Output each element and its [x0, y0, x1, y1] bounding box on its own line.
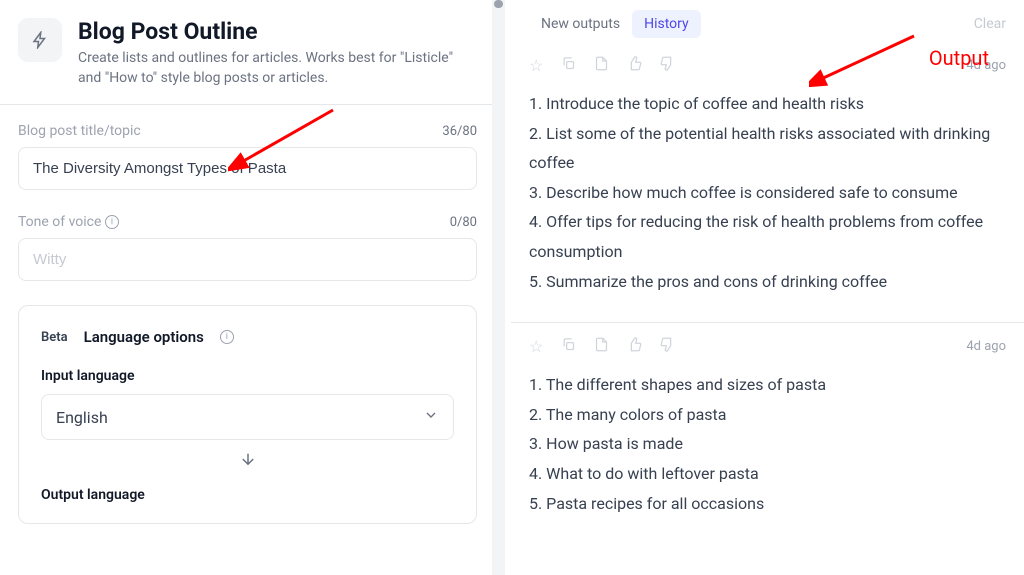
tone-charcount: 0/80 — [450, 215, 477, 230]
document-icon[interactable] — [594, 337, 609, 356]
right-panel: New outputs History Clear ☆ 4d ago 1. In… — [505, 0, 1024, 575]
language-options-title: Language options — [84, 328, 204, 346]
input-language-value: English — [56, 408, 108, 427]
output-tabs: New outputs History Clear — [511, 0, 1024, 46]
list-item: 2. The many colors of pasta — [529, 400, 1006, 430]
list-item: 5. Summarize the pros and cons of drinki… — [529, 267, 1006, 297]
star-icon[interactable]: ☆ — [529, 56, 543, 75]
thumbs-up-icon[interactable] — [627, 56, 642, 75]
copy-icon[interactable] — [561, 337, 576, 356]
info-icon[interactable]: i — [220, 330, 234, 344]
output-item: ☆ 4d ago 1. Introduce the topic of coffe… — [511, 46, 1024, 314]
thumbs-down-icon[interactable] — [660, 56, 675, 75]
topic-charcount: 36/80 — [442, 124, 477, 139]
output-language-label: Output language — [41, 487, 454, 503]
scrollbar-thumb[interactable] — [494, 0, 503, 8]
tab-new-outputs[interactable]: New outputs — [529, 10, 632, 38]
clear-button[interactable]: Clear — [974, 16, 1006, 32]
beta-badge: Beta — [41, 330, 68, 345]
list-item: 4. Offer tips for reducing the risk of h… — [529, 207, 1006, 266]
topic-label: Blog post title/topic — [18, 123, 141, 139]
output-toolbar: ☆ 4d ago — [529, 56, 1006, 75]
language-options-card: Beta Language options i Input language E… — [18, 305, 477, 524]
template-header: Blog Post Outline Create lists and outli… — [0, 0, 505, 104]
output-item: ☆ 4d ago 1. The different shapes and siz… — [511, 327, 1024, 536]
arrow-down-icon — [41, 440, 454, 487]
list-item: 5. Pasta recipes for all occasions — [529, 489, 1006, 519]
tone-input[interactable] — [18, 238, 477, 281]
outline-list: 1. The different shapes and sizes of pas… — [529, 370, 1006, 518]
document-icon[interactable] — [594, 56, 609, 75]
form-area: Blog post title/topic 36/80 Tone of voic… — [0, 105, 505, 542]
copy-icon[interactable] — [561, 56, 576, 75]
thumbs-down-icon[interactable] — [660, 337, 675, 356]
info-icon[interactable]: i — [105, 215, 119, 229]
star-icon[interactable]: ☆ — [529, 337, 543, 356]
list-item: 3. Describe how much coffee is considere… — [529, 178, 1006, 208]
page-subtitle: Create lists and outlines for articles. … — [78, 49, 477, 88]
page-title: Blog Post Outline — [78, 18, 477, 45]
tone-label: Tone of voice i — [18, 214, 119, 230]
list-item: 3. How pasta is made — [529, 429, 1006, 459]
scrollbar[interactable] — [492, 0, 505, 575]
tab-history[interactable]: History — [632, 10, 701, 38]
list-item: 2. List some of the potential health ris… — [529, 119, 1006, 178]
output-timestamp: 4d ago — [966, 58, 1006, 73]
input-language-select[interactable]: English — [41, 394, 454, 440]
tone-field-group: Tone of voice i 0/80 — [18, 214, 477, 281]
output-toolbar: ☆ 4d ago — [529, 337, 1006, 356]
output-timestamp: 4d ago — [966, 339, 1006, 354]
list-item: 1. Introduce the topic of coffee and hea… — [529, 89, 1006, 119]
left-panel: Blog Post Outline Create lists and outli… — [0, 0, 505, 575]
chevron-down-icon — [423, 407, 439, 427]
input-language-label: Input language — [41, 368, 454, 384]
topic-field-group: Blog post title/topic 36/80 — [18, 123, 477, 190]
list-item: 1. The different shapes and sizes of pas… — [529, 370, 1006, 400]
divider — [511, 322, 1024, 323]
outline-list: 1. Introduce the topic of coffee and hea… — [529, 89, 1006, 296]
tone-label-text: Tone of voice — [18, 214, 101, 230]
list-item: 4. What to do with leftover pasta — [529, 459, 1006, 489]
topic-input[interactable] — [18, 147, 477, 190]
lightning-icon — [18, 18, 62, 62]
thumbs-up-icon[interactable] — [627, 337, 642, 356]
